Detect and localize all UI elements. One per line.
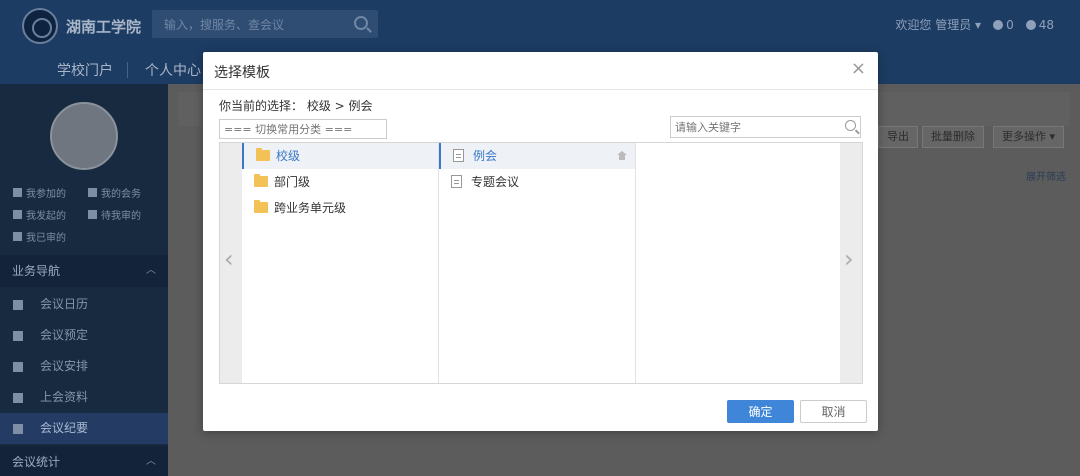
sidebar: 我参加的 我的会务 我发起的 待我审的 我已审的 业务导航 ︿ 会议日历 会议预定… xyxy=(0,84,168,476)
close-icon[interactable]: × xyxy=(851,60,866,78)
quick-link-my-affairs[interactable]: 我的会务 xyxy=(88,185,141,200)
export-button[interactable]: 导出 xyxy=(878,126,918,148)
quick-link-to-review[interactable]: 待我审的 xyxy=(88,207,141,222)
global-search-placeholder: 输入，搜服务、查会议 xyxy=(164,18,285,32)
level-column: 校级 部门级 跨业务单元级 xyxy=(242,143,439,383)
current-selection-label: 你当前的选择： xyxy=(219,99,304,113)
home-icon[interactable] xyxy=(617,151,627,160)
sidebar-item-calendar[interactable]: 会议日历 xyxy=(0,289,168,320)
nav-school-portal[interactable]: 学校门户 xyxy=(57,60,113,80)
user-icon xyxy=(13,331,23,341)
folder-icon xyxy=(254,174,268,187)
user-menu[interactable]: 管理员 xyxy=(935,18,971,32)
notice-badge[interactable]: 0 xyxy=(993,18,1014,32)
user-icon xyxy=(88,188,97,197)
message-icon xyxy=(1025,20,1036,30)
list-item-cross-unit-level[interactable]: 跨业务单元级 xyxy=(242,195,438,221)
chevron-left-icon: ‹ xyxy=(224,245,234,273)
chevron-up-icon: ︿ xyxy=(146,265,156,276)
user-icon xyxy=(88,210,97,219)
document-icon xyxy=(451,175,462,188)
batch-delete-button[interactable]: 批量删除 xyxy=(922,126,984,148)
keyword-search xyxy=(670,116,861,138)
sidebar-item-booking[interactable]: 会议预定 xyxy=(0,320,168,351)
user-icon xyxy=(13,188,22,197)
school-logo[interactable]: 湖南工学院 xyxy=(22,8,141,44)
book-icon xyxy=(13,393,23,403)
message-badge[interactable]: 48 xyxy=(1025,18,1054,32)
quick-link-initiated[interactable]: 我发起的 xyxy=(13,207,66,222)
confirm-button[interactable]: 确定 xyxy=(727,400,794,423)
edit-icon xyxy=(13,210,22,219)
list-item-school-level[interactable]: 校级 xyxy=(242,143,438,169)
list-item-regular-meeting[interactable]: 例会 xyxy=(439,143,635,169)
folder-icon xyxy=(256,148,270,161)
cancel-button[interactable]: 取消 xyxy=(800,400,867,423)
scroll-right-button[interactable]: › xyxy=(840,143,862,383)
welcome-text: 欢迎您 管理员 ▾ xyxy=(895,18,982,32)
sidebar-item-minutes[interactable]: 会议纪要 xyxy=(0,413,168,444)
document-icon xyxy=(13,232,22,241)
select-template-dialog: 选择模板 × 你当前的选择： 校级 > 例会 ‹ 校级 部门级 跨业务单元级 例… xyxy=(203,52,878,431)
dialog-title: 选择模板 xyxy=(214,65,270,81)
document-icon xyxy=(453,149,464,162)
quick-link-reviewed[interactable]: 我已审的 xyxy=(13,229,66,244)
keyword-search-input[interactable] xyxy=(670,116,861,138)
chevron-up-icon: ︿ xyxy=(146,456,156,467)
current-selection: 你当前的选择： 校级 > 例会 xyxy=(219,97,373,114)
list-item-special-meeting[interactable]: 专题会议 xyxy=(439,169,635,195)
template-column: 例会 专题会议 xyxy=(439,143,636,383)
folder-icon xyxy=(254,200,268,213)
notice-icon xyxy=(993,20,1004,30)
template-picker: ‹ 校级 部门级 跨业务单元级 例会 专题会议 › xyxy=(219,142,863,384)
dialog-header: 选择模板 × xyxy=(203,52,878,90)
sidebar-item-arrangement[interactable]: 会议安排 xyxy=(0,351,168,382)
global-search[interactable]: 输入，搜服务、查会议 xyxy=(152,10,378,38)
more-actions-button[interactable]: 更多操作 ▾ xyxy=(993,126,1065,148)
scroll-left-button[interactable]: ‹ xyxy=(220,143,242,383)
pen-icon xyxy=(13,424,23,434)
sidebar-item-materials[interactable]: 上会资料 xyxy=(0,382,168,413)
quick-link-joined[interactable]: 我参加的 xyxy=(13,185,66,200)
search-icon[interactable] xyxy=(845,120,856,131)
calendar-icon xyxy=(13,300,23,310)
list-item-department-level[interactable]: 部门级 xyxy=(242,169,438,195)
school-seal-icon xyxy=(22,8,58,44)
section-business-nav[interactable]: 业务导航 ︿ xyxy=(0,255,168,287)
section-meeting-stats[interactable]: 会议统计 ︿ xyxy=(0,446,168,476)
logo-text: 湖南工学院 xyxy=(66,17,142,36)
calendar-icon xyxy=(13,362,23,372)
chevron-right-icon: › xyxy=(844,245,854,273)
search-icon[interactable] xyxy=(354,16,368,30)
category-switch-input[interactable] xyxy=(219,119,387,139)
user-area: 欢迎您 管理员 ▾ 0 48 xyxy=(895,16,1054,33)
empty-column xyxy=(636,143,840,383)
avatar[interactable] xyxy=(50,102,118,170)
current-selection-path: 校级 > 例会 xyxy=(306,99,373,113)
nav-personal-center[interactable]: 个人中心 xyxy=(145,60,201,80)
nav-divider xyxy=(127,62,128,78)
expand-filter-link[interactable]: 展开筛选 xyxy=(1026,168,1066,183)
